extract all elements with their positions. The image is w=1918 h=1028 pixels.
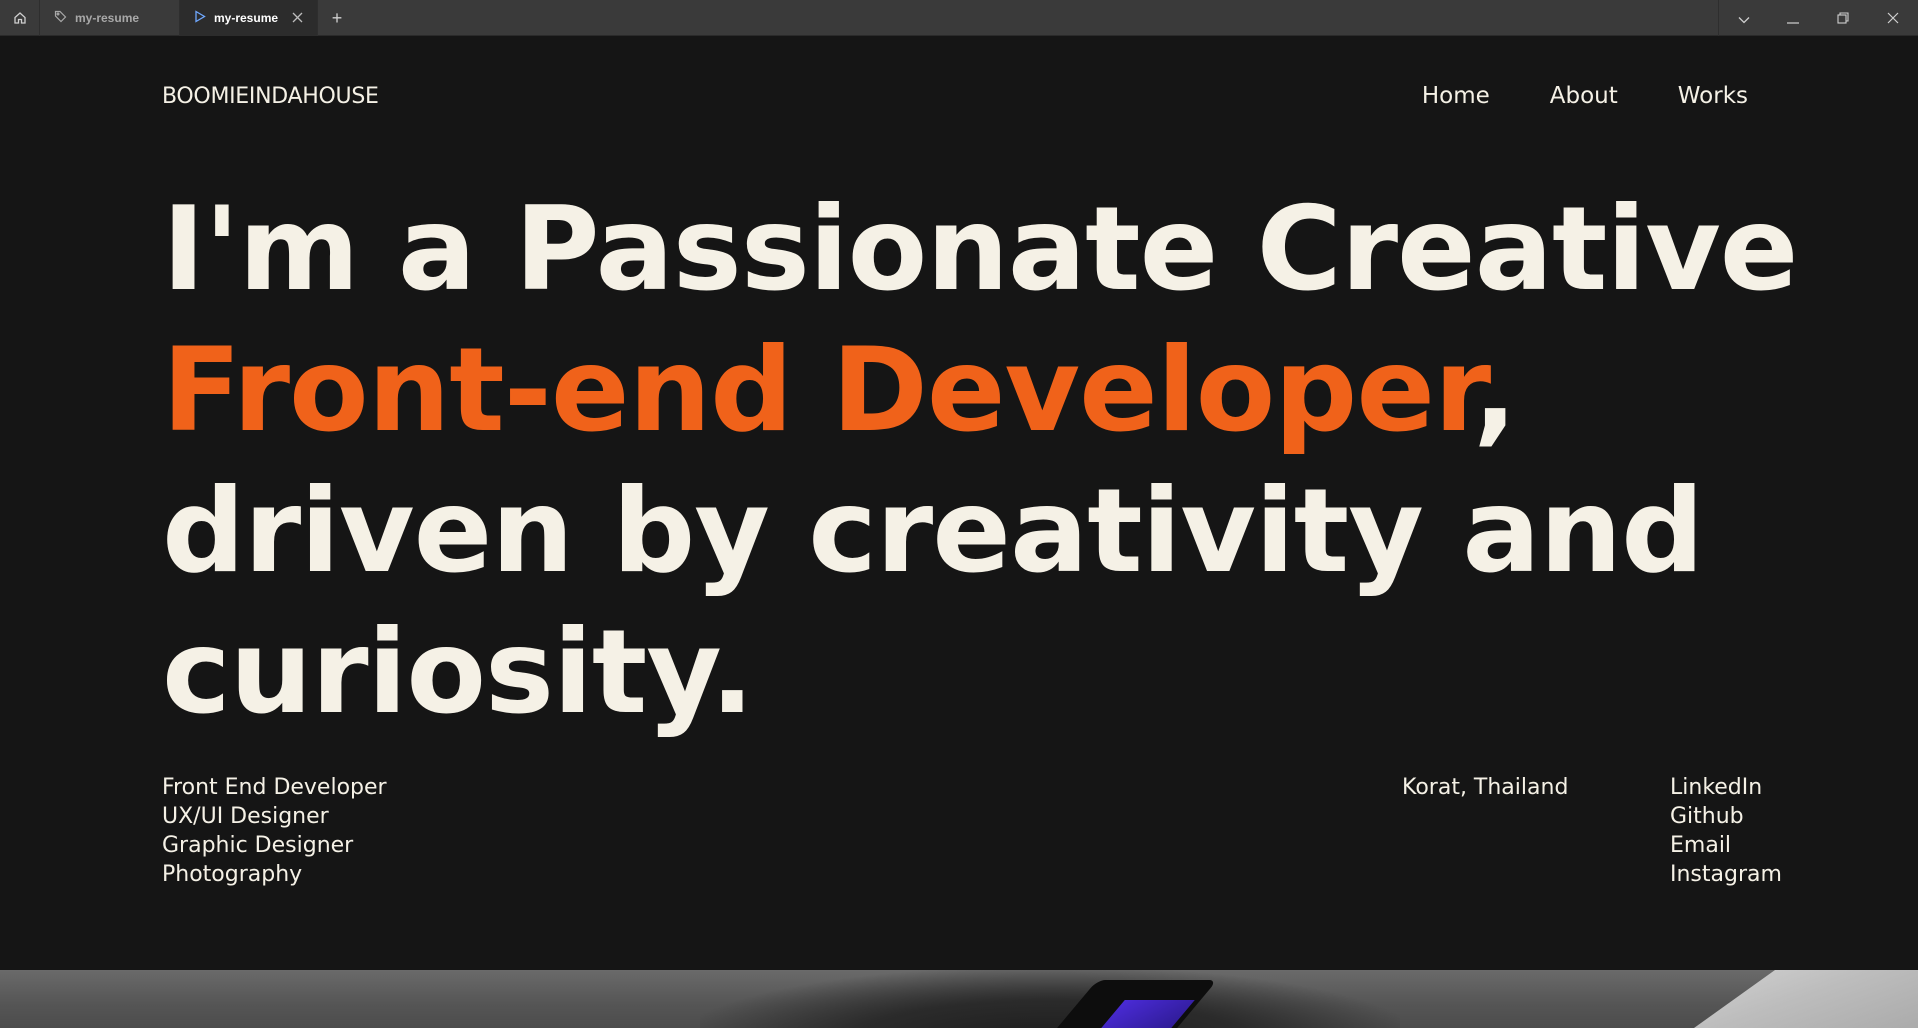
social-link-linkedin[interactable]: LinkedIn	[1670, 773, 1782, 802]
tag-icon	[54, 10, 67, 26]
play-icon	[194, 10, 206, 26]
tab-my-resume-2[interactable]: my-resume	[180, 0, 318, 36]
tab-label: my-resume	[214, 11, 279, 25]
restore-button[interactable]	[1818, 0, 1868, 36]
location-text: Korat, Thailand	[1402, 775, 1569, 800]
new-tab-button[interactable]: +	[318, 0, 356, 36]
role-item: Graphic Designer	[162, 833, 354, 858]
social-links: LinkedIn Github Email Instagram	[1670, 773, 1782, 889]
chevron-down-icon	[1738, 9, 1750, 28]
nav-link-works[interactable]: Works	[1678, 83, 1748, 109]
page-viewport: BOOMIEINDAHOUSE Home About Works I'm a P…	[0, 37, 1918, 970]
minimize-button[interactable]	[1768, 0, 1818, 36]
role-item: Front End Developer	[162, 775, 387, 800]
close-tab-icon[interactable]	[292, 10, 303, 26]
main-nav: Home About Works	[1422, 83, 1748, 109]
role-item: Photography	[162, 862, 303, 887]
tab-label: my-resume	[75, 11, 140, 25]
nav-link-home[interactable]: Home	[1422, 83, 1490, 109]
hero-accent-text: Front-end Developer	[162, 323, 1474, 458]
social-link-instagram[interactable]: Instagram	[1670, 860, 1782, 889]
roles-list: Front End Developer UX/UI Designer Graph…	[162, 773, 387, 889]
restore-icon	[1837, 9, 1849, 28]
title-bar: my-resume my-resume +	[0, 0, 1918, 36]
brand-logo-link[interactable]: BOOMIEINDAHOUSE	[162, 84, 379, 109]
home-icon[interactable]	[0, 0, 40, 36]
role-item: UX/UI Designer	[162, 804, 329, 829]
marble-surface-image	[1694, 970, 1918, 1028]
close-icon	[1887, 9, 1899, 28]
nav-link-about[interactable]: About	[1550, 83, 1618, 109]
hero-photo	[0, 970, 1918, 1028]
hero-heading: I'm a Passionate Creative Front-end Deve…	[162, 179, 1798, 743]
social-link-email[interactable]: Email	[1670, 831, 1782, 860]
social-link-github[interactable]: Github	[1670, 802, 1782, 831]
hero-line-4: curiosity.	[162, 605, 754, 740]
tab-list-dropdown-button[interactable]	[1718, 0, 1768, 36]
hero-accent-comma: ,	[1473, 323, 1517, 458]
close-window-button[interactable]	[1868, 0, 1918, 36]
plus-icon: +	[331, 7, 343, 28]
hero-line-1: I'm a Passionate Creative	[162, 182, 1798, 317]
tab-my-resume-1[interactable]: my-resume	[40, 0, 180, 36]
hero-line-2: Front-end Developer,	[162, 320, 1797, 461]
site-header: BOOMIEINDAHOUSE Home About Works	[162, 79, 1756, 113]
photo-shadow	[700, 970, 1400, 1028]
hero-line-3: driven by creativity and	[162, 464, 1704, 599]
tab-strip-spacer	[356, 0, 1718, 35]
minimize-icon	[1787, 9, 1799, 28]
